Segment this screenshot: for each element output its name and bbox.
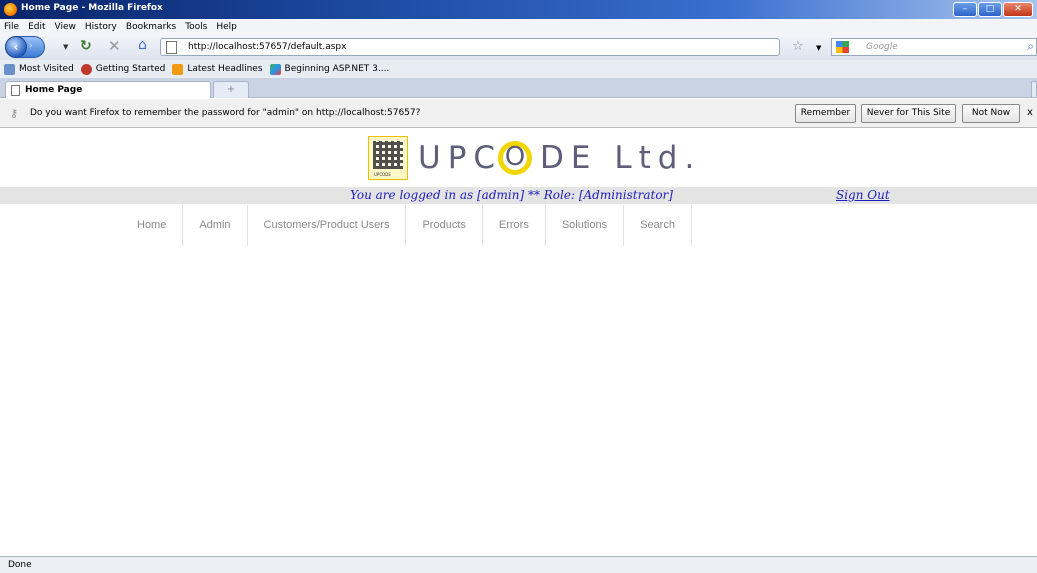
url-dropdown-icon[interactable]: ▼ <box>816 44 821 52</box>
menu-edit[interactable]: Edit <box>28 22 45 32</box>
nav-errors[interactable]: Errors <box>483 205 546 246</box>
nav-admin[interactable]: Admin <box>183 205 248 246</box>
nav-products[interactable]: Products <box>406 205 483 246</box>
menu-file[interactable]: File <box>4 22 19 32</box>
search-icon[interactable]: ⌕ <box>1027 39 1034 54</box>
nav-home[interactable]: Home <box>121 205 184 246</box>
rss-icon <box>172 63 184 75</box>
upcode-logo: UPCODE UPC O DE Ltd. <box>368 133 701 183</box>
tab-home-page[interactable]: Home Page <box>5 81 211 98</box>
home-icon[interactable]: ⌂ <box>138 37 147 53</box>
bookmark-beginning-aspnet[interactable]: Beginning ASP.NET 3.... <box>269 63 390 75</box>
nav-solutions[interactable]: Solutions <box>546 205 625 246</box>
bookmark-latest-headlines[interactable]: Latest Headlines <box>172 63 263 75</box>
reload-icon[interactable]: ↻ <box>80 38 92 54</box>
menu-tools[interactable]: Tools <box>185 22 207 32</box>
logo-small-text: UPCODE <box>374 172 391 177</box>
notification-message: Do you want Firefox to remember the pass… <box>30 108 421 118</box>
maximize-button[interactable]: □ <box>978 2 1002 17</box>
menu-bar: File Edit View History Bookmarks Tools H… <box>0 19 1037 34</box>
bookmark-most-visited[interactable]: Most Visited <box>4 63 74 75</box>
url-text[interactable]: http://localhost:57657/default.aspx <box>188 42 346 52</box>
nav-search[interactable]: Search <box>624 205 692 246</box>
google-icon[interactable] <box>836 41 849 53</box>
logo-text-post: DE Ltd. <box>540 140 702 176</box>
remember-button[interactable]: Remember <box>795 104 856 123</box>
bookmark-label: Latest Headlines <box>187 64 263 74</box>
getting-started-icon <box>80 63 92 75</box>
nav-customers-product-users[interactable]: Customers/Product Users <box>248 205 407 246</box>
most-visited-icon <box>4 63 15 75</box>
login-status-bar: You are logged in as [admin] ** Role: [A… <box>0 187 1037 204</box>
search-placeholder: Google <box>866 42 898 52</box>
close-icon[interactable]: x <box>1027 107 1033 118</box>
minimize-button[interactable]: – <box>953 2 977 17</box>
address-bar[interactable]: http://localhost:57657/default.aspx <box>160 38 780 56</box>
menu-view[interactable]: View <box>55 22 76 32</box>
logo-text-pre: UPC <box>418 140 503 176</box>
logo-barcode-icon: UPCODE <box>368 136 408 180</box>
close-window-button[interactable]: ✕ <box>1003 2 1033 17</box>
window-title: Home Page - Mozilla Firefox <box>21 3 163 13</box>
not-now-button[interactable]: Not Now <box>962 104 1020 123</box>
bookmark-favicon-icon <box>269 63 281 75</box>
menu-bookmarks[interactable]: Bookmarks <box>126 22 176 32</box>
main-navigation: Home Admin Customers/Product Users Produ… <box>121 205 692 246</box>
stop-icon[interactable]: ✕ <box>108 37 121 55</box>
page-icon <box>11 85 20 96</box>
search-input[interactable]: Google ⌕ <box>831 38 1037 56</box>
login-status-text: You are logged in as [admin] ** Role: [A… <box>350 188 673 202</box>
history-dropdown-icon[interactable]: ▼ <box>63 43 68 51</box>
firefox-icon <box>4 3 17 16</box>
menu-help[interactable]: Help <box>216 22 237 32</box>
page-content: UPCODE UPC O DE Ltd. You are logged in a… <box>0 128 1037 556</box>
menu-history[interactable]: History <box>85 22 117 32</box>
bookmark-label: Most Visited <box>19 64 74 74</box>
window-titlebar: Home Page - Mozilla Firefox – □ ✕ <box>0 0 1037 19</box>
bookmark-label: Beginning ASP.NET 3.... <box>284 64 390 74</box>
status-bar: Done <box>0 556 1037 573</box>
never-for-this-site-button[interactable]: Never for This Site <box>861 104 956 123</box>
bookmark-getting-started[interactable]: Getting Started <box>80 63 166 75</box>
key-icon: ⚷ <box>10 107 19 120</box>
back-forward-button[interactable]: ‹ › <box>5 36 45 58</box>
tab-scroll-button[interactable] <box>1031 81 1037 98</box>
bookmarks-toolbar: Most Visited Getting Started Latest Head… <box>0 60 1037 78</box>
datamatrix-icon <box>373 141 403 169</box>
window-controls: – □ ✕ <box>953 2 1033 17</box>
back-arrow-icon[interactable]: ‹ <box>5 36 27 58</box>
tab-strip: Home Page + <box>0 78 1037 98</box>
status-text: Done <box>8 560 32 570</box>
logo-text-o: O <box>498 141 533 175</box>
new-tab-button[interactable]: + <box>213 81 249 98</box>
page-icon <box>166 41 177 54</box>
password-notification-bar: ⚷ Do you want Firefox to remember the pa… <box>0 99 1037 128</box>
logo-text: UPC O DE Ltd. <box>418 140 701 176</box>
sign-out-link[interactable]: Sign Out <box>836 188 890 202</box>
bookmark-star-icon[interactable]: ☆ <box>792 39 804 54</box>
bookmark-label: Getting Started <box>95 64 166 74</box>
navigation-toolbar: ‹ › ▼ ↻ ✕ ⌂ http://localhost:57657/defau… <box>0 34 1037 60</box>
forward-arrow-icon[interactable]: › <box>29 41 33 51</box>
tab-label: Home Page <box>25 85 83 95</box>
